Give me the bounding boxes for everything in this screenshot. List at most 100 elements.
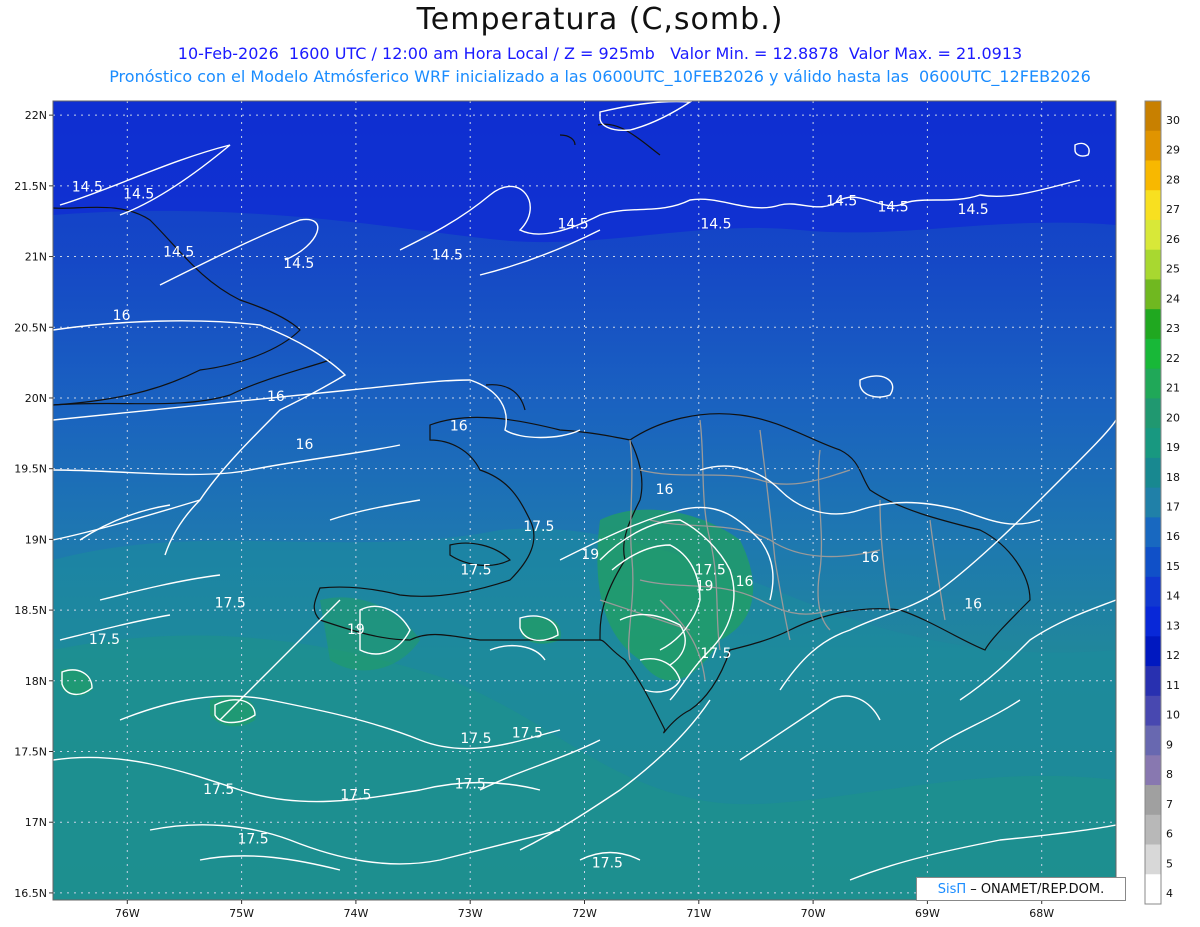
- colorbar-label: 18: [1166, 471, 1180, 484]
- colorbar-swatch: [1145, 636, 1161, 667]
- contour-label: 17.5: [512, 725, 543, 741]
- contour-label: 17.5: [460, 563, 491, 579]
- colorbar-swatch: [1145, 487, 1161, 518]
- colorbar-label: 20: [1166, 411, 1180, 424]
- colorbar-label: 7: [1166, 798, 1173, 811]
- contour-label: 17.5: [695, 563, 726, 579]
- lon-tick-label: 71W: [686, 907, 711, 920]
- contour-label: 14.5: [958, 202, 989, 218]
- contour-label: 17.5: [460, 731, 491, 747]
- colorbar-swatch: [1145, 190, 1161, 221]
- lat-tick-label: 20.5N: [14, 321, 47, 334]
- contour-label: 17.5: [455, 776, 486, 792]
- lon-tick-label: 69W: [915, 907, 940, 920]
- colorbar-label: 30: [1166, 114, 1180, 127]
- contour-label: 14.5: [557, 216, 588, 232]
- colorbar-swatch: [1145, 309, 1161, 340]
- contour-label: 19: [581, 547, 599, 563]
- colorbar-label: 9: [1166, 738, 1173, 751]
- colorbar-swatch: [1145, 547, 1161, 578]
- colorbar-swatch: [1145, 576, 1161, 608]
- lat-tick-label: 17.5N: [14, 746, 47, 759]
- colorbar-swatch: [1145, 666, 1161, 697]
- colorbar-label: 6: [1166, 828, 1173, 841]
- credit-box: SisΠ – ONAMET/REP.DOM.: [916, 877, 1126, 901]
- contour-label: 17.5: [340, 788, 371, 804]
- contour-label: 14.5: [163, 245, 194, 261]
- contour-label: 17.5: [523, 519, 554, 535]
- colorbar-label: 25: [1166, 263, 1180, 276]
- contour-label: 17.5: [237, 831, 268, 847]
- colorbar-label: 11: [1166, 679, 1180, 692]
- lon-tick-label: 70W: [801, 907, 826, 920]
- colorbar: 30 29 28 27 26 25 24 23 22 21 20 19 18 17 16 15 14 13 12 11…: [1144, 100, 1180, 905]
- colorbar-label: 22: [1166, 352, 1180, 365]
- colorbar-label: 15: [1166, 560, 1180, 573]
- contour-label: 14.5: [432, 247, 463, 263]
- colorbar-label: 29: [1166, 144, 1180, 157]
- contour-label: 17.5: [215, 595, 246, 611]
- colorbar-swatch: [1145, 338, 1161, 370]
- contour-label: 16: [736, 574, 754, 590]
- contour-label: 16: [964, 597, 982, 613]
- contour-label: 17.5: [89, 632, 120, 648]
- contour-label: 16: [113, 308, 131, 324]
- colorbar-label: 27: [1166, 203, 1180, 216]
- colorbar-swatch: [1145, 249, 1161, 280]
- colorbar-label: 8: [1166, 768, 1173, 781]
- lon-tick-label: 68W: [1029, 907, 1054, 920]
- contour-label: 14.5: [826, 194, 857, 210]
- colorbar-swatch: [1145, 755, 1161, 786]
- colorbar-label: 26: [1166, 233, 1180, 246]
- sisp-logo: SisΠ: [937, 881, 967, 897]
- colorbar-swatch: [1145, 785, 1161, 816]
- lat-tick-label: 19N: [25, 533, 47, 546]
- contour-label: 17.5: [592, 855, 623, 871]
- longitude-axis: 76W 75W 74W 73W 72W 71W 70W 69W 68W: [115, 900, 1054, 920]
- colorbar-label: 16: [1166, 530, 1180, 543]
- colorbar-swatch: [1145, 219, 1161, 251]
- credit-text: – ONAMET/REP.DOM.: [970, 881, 1105, 897]
- colorbar-label: 10: [1166, 709, 1180, 722]
- contour-label: 14.5: [878, 199, 909, 215]
- colorbar-swatch: [1145, 428, 1161, 459]
- contour-label: 19: [347, 622, 365, 638]
- plot-area: 14.5 14.5 14.5 14.5 14.5 14.5 14.5 14.5 14.5 14.5…: [53, 101, 1116, 900]
- colorbar-label: 13: [1166, 619, 1180, 632]
- colorbar-swatch: [1145, 874, 1161, 905]
- colorbar-label: 12: [1166, 649, 1180, 662]
- colorbar-label: 19: [1166, 441, 1180, 454]
- lat-tick-label: 19.5N: [14, 463, 47, 476]
- colorbar-swatch: [1145, 101, 1161, 132]
- lat-tick-label: 17N: [25, 816, 47, 829]
- colorbar-label: 23: [1166, 322, 1180, 335]
- contour-label: 16: [450, 418, 468, 434]
- lon-tick-label: 75W: [229, 907, 254, 920]
- colorbar-swatch: [1145, 606, 1161, 637]
- lat-tick-label: 20N: [25, 392, 47, 405]
- colorbar-swatch: [1145, 279, 1161, 310]
- colorbar-label: 28: [1166, 173, 1180, 186]
- lat-tick-label: 21N: [25, 251, 47, 264]
- contour-label: 17.5: [203, 782, 234, 798]
- lat-tick-label: 18.5N: [14, 604, 47, 617]
- contour-label: 16: [861, 550, 879, 566]
- contour-label: 16: [267, 389, 285, 405]
- lon-tick-label: 74W: [343, 907, 368, 920]
- colorbar-swatch: [1145, 130, 1161, 161]
- colorbar-label: 5: [1166, 857, 1173, 870]
- colorbar-swatch: [1145, 814, 1161, 846]
- contour-label: 17.5: [700, 646, 731, 662]
- colorbar-swatch: [1145, 695, 1161, 727]
- colorbar-swatch: [1145, 725, 1161, 756]
- temperature-map: 14.5 14.5 14.5 14.5 14.5 14.5 14.5 14.5 14.5 14.5…: [14, 100, 1180, 920]
- colorbar-swatch: [1145, 457, 1161, 489]
- colorbar-label: 17: [1166, 501, 1180, 514]
- colorbar-swatch: [1145, 398, 1161, 429]
- lon-tick-label: 72W: [572, 907, 597, 920]
- contour-label: 14.5: [283, 256, 314, 272]
- lat-tick-label: 16.5N: [14, 887, 47, 900]
- colorbar-label: 4: [1166, 887, 1173, 900]
- contour-label: 19: [696, 578, 714, 594]
- contour-label: 16: [656, 482, 674, 498]
